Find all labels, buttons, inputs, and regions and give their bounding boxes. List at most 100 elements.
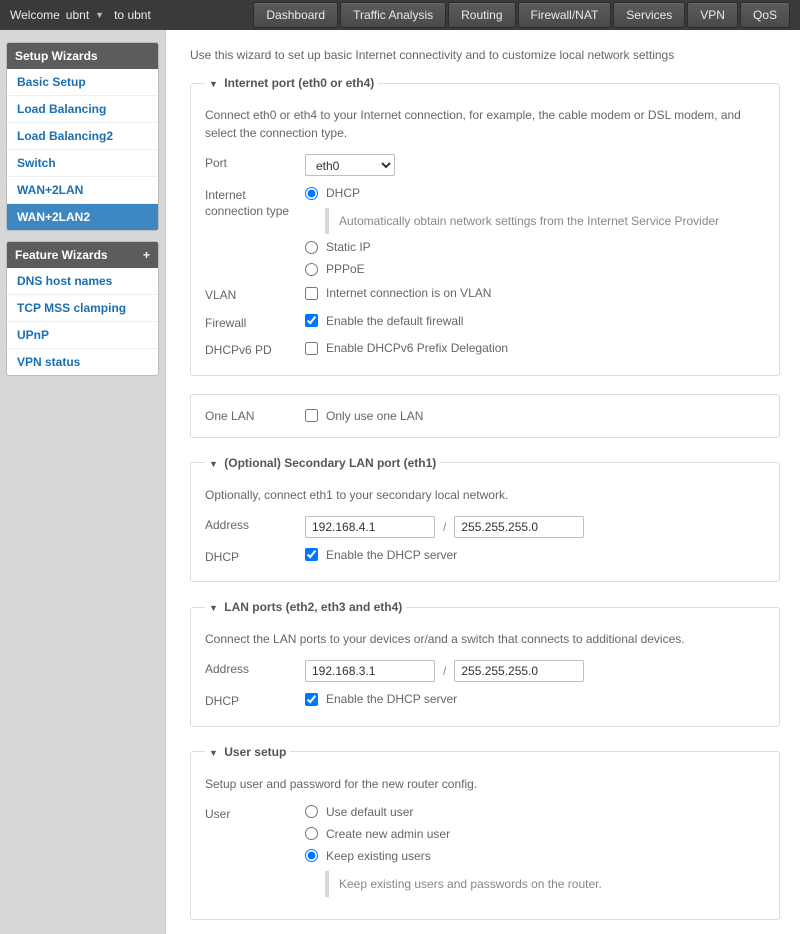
sidebar-item-basic-setup[interactable]: Basic Setup bbox=[7, 69, 158, 95]
conn-type-static-label: Static IP bbox=[326, 240, 371, 254]
user-default-radio[interactable] bbox=[305, 805, 318, 818]
sidebar-item-vpn-status[interactable]: VPN status bbox=[7, 348, 158, 375]
caret-down-icon: ▼ bbox=[209, 603, 218, 613]
secondary-address-label: Address bbox=[205, 516, 305, 534]
welcome-prefix: Welcome bbox=[10, 8, 60, 22]
vlan-label: VLAN bbox=[205, 286, 305, 304]
sidebar-item-upnp[interactable]: UPnP bbox=[7, 321, 158, 348]
legend-lan-ports[interactable]: ▼ LAN ports (eth2, eth3 and eth4) bbox=[205, 600, 406, 614]
firewall-label: Firewall bbox=[205, 314, 305, 332]
conn-type-dhcp-radio[interactable] bbox=[305, 187, 318, 200]
conn-type-pppoe-label: PPPoE bbox=[326, 262, 365, 276]
sidebar-item-tcp-mss-clamping[interactable]: TCP MSS clamping bbox=[7, 294, 158, 321]
secondary-mask-input[interactable] bbox=[454, 516, 584, 538]
sidebar-item-dns-host-names[interactable]: DNS host names bbox=[7, 268, 158, 294]
feature-wizards-header: Feature Wizards + bbox=[7, 242, 158, 268]
dhcpv6-check-label: Enable DHCPv6 Prefix Delegation bbox=[326, 341, 508, 355]
lan-desc: Connect the LAN ports to your devices or… bbox=[205, 630, 765, 648]
setup-wizards-panel: Setup Wizards Basic Setup Load Balancing… bbox=[6, 42, 159, 231]
legend-lan-ports-text: LAN ports (eth2, eth3 and eth4) bbox=[224, 600, 402, 614]
lan-dhcp-label: DHCP bbox=[205, 692, 305, 710]
hostname: ubnt bbox=[127, 8, 150, 22]
setup-wizards-title: Setup Wizards bbox=[15, 49, 98, 63]
user-keep-helper: Keep existing users and passwords on the… bbox=[325, 871, 765, 897]
tab-vpn[interactable]: VPN bbox=[687, 2, 738, 28]
lan-dhcp-checkbox[interactable] bbox=[305, 693, 318, 706]
sidebar-item-wan-2lan2[interactable]: WAN+2LAN2 bbox=[7, 203, 158, 230]
vlan-check-label: Internet connection is on VLAN bbox=[326, 286, 491, 300]
secondary-dhcp-checkbox[interactable] bbox=[305, 548, 318, 561]
conn-type-dhcp-label: DHCP bbox=[326, 186, 360, 200]
feature-wizards-panel: Feature Wizards + DNS host names TCP MSS… bbox=[6, 241, 159, 376]
chevron-down-icon: ▼ bbox=[95, 10, 104, 20]
hostname-block: to ubnt bbox=[114, 8, 151, 22]
dhcp-helper-text: Automatically obtain network settings fr… bbox=[325, 208, 765, 234]
user-create-radio[interactable] bbox=[305, 827, 318, 840]
vlan-checkbox[interactable] bbox=[305, 287, 318, 300]
tab-routing[interactable]: Routing bbox=[448, 2, 515, 28]
conn-type-static-radio[interactable] bbox=[305, 241, 318, 254]
welcome-username: ubnt bbox=[66, 8, 89, 22]
caret-down-icon: ▼ bbox=[209, 748, 218, 758]
legend-internet-port-text: Internet port (eth0 or eth4) bbox=[224, 76, 374, 90]
section-user-setup: ▼ User setup Setup user and password for… bbox=[190, 745, 780, 920]
conn-type-pppoe-radio[interactable] bbox=[305, 263, 318, 276]
wizard-intro: Use this wizard to set up basic Internet… bbox=[190, 48, 780, 62]
topbar: Welcome ubnt ▼ to ubnt Dashboard Traffic… bbox=[0, 0, 800, 30]
setup-wizards-header: Setup Wizards bbox=[7, 43, 158, 69]
sidebar-item-switch[interactable]: Switch bbox=[7, 149, 158, 176]
section-one-lan: One LAN Only use one LAN bbox=[190, 394, 780, 438]
user-label: User bbox=[205, 805, 305, 823]
one-lan-label: One LAN bbox=[205, 409, 305, 423]
top-nav: Dashboard Traffic Analysis Routing Firew… bbox=[253, 2, 790, 28]
content: Use this wizard to set up basic Internet… bbox=[165, 30, 800, 934]
tab-services[interactable]: Services bbox=[613, 2, 685, 28]
port-label: Port bbox=[205, 154, 305, 172]
conn-type-label: Internet connection type bbox=[205, 186, 305, 219]
tab-traffic-analysis[interactable]: Traffic Analysis bbox=[340, 2, 446, 28]
legend-secondary-lan[interactable]: ▼ (Optional) Secondary LAN port (eth1) bbox=[205, 456, 440, 470]
user-default-label: Use default user bbox=[326, 805, 413, 819]
secondary-dhcp-label: DHCP bbox=[205, 548, 305, 566]
secondary-desc: Optionally, connect eth1 to your seconda… bbox=[205, 486, 765, 504]
section-internet-port: ▼ Internet port (eth0 or eth4) Connect e… bbox=[190, 76, 780, 376]
legend-secondary-lan-text: (Optional) Secondary LAN port (eth1) bbox=[224, 456, 436, 470]
secondary-dhcp-check-label: Enable the DHCP server bbox=[326, 548, 457, 562]
welcome-block[interactable]: Welcome ubnt ▼ bbox=[10, 8, 104, 22]
user-keep-radio[interactable] bbox=[305, 849, 318, 862]
firewall-checkbox[interactable] bbox=[305, 314, 318, 327]
one-lan-check-label: Only use one LAN bbox=[326, 409, 423, 423]
secondary-address-input[interactable] bbox=[305, 516, 435, 538]
slash-separator: / bbox=[443, 664, 446, 678]
lan-address-input[interactable] bbox=[305, 660, 435, 682]
internet-desc: Connect eth0 or eth4 to your Internet co… bbox=[205, 106, 765, 142]
sidebar-item-load-balancing2[interactable]: Load Balancing2 bbox=[7, 122, 158, 149]
legend-user-setup-text: User setup bbox=[224, 745, 286, 759]
one-lan-checkbox[interactable] bbox=[305, 409, 318, 422]
sidebar-item-load-balancing[interactable]: Load Balancing bbox=[7, 95, 158, 122]
slash-separator: / bbox=[443, 520, 446, 534]
caret-down-icon: ▼ bbox=[209, 459, 218, 469]
lan-dhcp-check-label: Enable the DHCP server bbox=[326, 692, 457, 706]
tab-firewall-nat[interactable]: Firewall/NAT bbox=[518, 2, 612, 28]
feature-wizards-title: Feature Wizards bbox=[15, 248, 108, 262]
plus-icon[interactable]: + bbox=[143, 248, 150, 262]
user-keep-label: Keep existing users bbox=[326, 849, 431, 863]
firewall-check-label: Enable the default firewall bbox=[326, 314, 463, 328]
sidebar-item-wan-2lan[interactable]: WAN+2LAN bbox=[7, 176, 158, 203]
dhcpv6-checkbox[interactable] bbox=[305, 342, 318, 355]
section-lan-ports: ▼ LAN ports (eth2, eth3 and eth4) Connec… bbox=[190, 600, 780, 727]
to-prefix: to bbox=[114, 8, 124, 22]
legend-internet-port[interactable]: ▼ Internet port (eth0 or eth4) bbox=[205, 76, 378, 90]
sidebar: Setup Wizards Basic Setup Load Balancing… bbox=[0, 30, 165, 934]
lan-mask-input[interactable] bbox=[454, 660, 584, 682]
lan-address-label: Address bbox=[205, 660, 305, 678]
user-desc: Setup user and password for the new rout… bbox=[205, 775, 765, 793]
section-secondary-lan: ▼ (Optional) Secondary LAN port (eth1) O… bbox=[190, 456, 780, 583]
tab-qos[interactable]: QoS bbox=[740, 2, 790, 28]
port-select[interactable]: eth0 bbox=[305, 154, 395, 176]
tab-dashboard[interactable]: Dashboard bbox=[253, 2, 338, 28]
dhcpv6-label: DHCPv6 PD bbox=[205, 341, 305, 359]
caret-down-icon: ▼ bbox=[209, 79, 218, 89]
legend-user-setup[interactable]: ▼ User setup bbox=[205, 745, 290, 759]
